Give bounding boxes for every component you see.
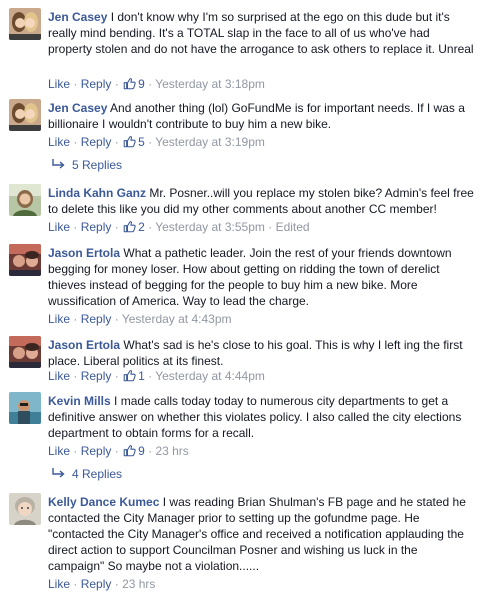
comment-body: Jen Casey And another thing (lol) GoFund…	[48, 100, 476, 132]
view-replies-link[interactable]: 4 Replies	[52, 466, 122, 482]
thumbs-up-icon[interactable]	[123, 135, 136, 148]
timestamp[interactable]: Yesterday at 4:43pm	[122, 312, 232, 326]
reply-link[interactable]: Reply	[81, 369, 112, 383]
comment-author[interactable]: Jason Ertola	[48, 338, 120, 352]
reply-link[interactable]: Reply	[81, 135, 112, 149]
like-count[interactable]: 2	[138, 220, 145, 234]
timestamp[interactable]: 23 hrs	[122, 577, 155, 591]
thumbs-up-icon[interactable]	[123, 369, 136, 382]
replies-count[interactable]: 5 Replies	[72, 158, 122, 172]
timestamp[interactable]: Yesterday at 3:55pm	[155, 220, 265, 234]
like-link[interactable]: Like	[48, 577, 70, 591]
like-link[interactable]: Like	[48, 312, 70, 326]
thumbs-up-icon[interactable]	[123, 77, 136, 90]
avatar[interactable]	[9, 8, 41, 40]
comment-body: Linda Kahn Ganz Mr. Posner..will you rep…	[48, 185, 476, 217]
view-replies-link[interactable]: 5 Replies	[52, 157, 122, 173]
comment-actions: Like · Reply · 9 · Yesterday at 3:18pm	[48, 77, 265, 91]
comment-text: I don't know why I'm so surprised at the…	[48, 10, 474, 56]
like-count[interactable]: 1	[138, 369, 145, 383]
like-count[interactable]: 9	[138, 77, 145, 91]
avatar[interactable]	[9, 336, 41, 368]
reply-link[interactable]: Reply	[81, 77, 112, 91]
comment-body: Kevin Mills I made calls today today to …	[48, 393, 476, 441]
reply-arrow-icon	[52, 468, 66, 479]
timestamp[interactable]: Yesterday at 4:44pm	[155, 369, 265, 383]
comment-author[interactable]: Jen Casey	[48, 101, 107, 115]
comment-actions: Like · Reply · 2 · Yesterday at 3:55pm ·…	[48, 220, 310, 234]
like-link[interactable]: Like	[48, 220, 70, 234]
reply-link[interactable]: Reply	[81, 312, 112, 326]
like-count[interactable]: 9	[138, 444, 145, 458]
replies-count[interactable]: 4 Replies	[72, 467, 122, 481]
avatar[interactable]	[9, 184, 41, 216]
reply-link[interactable]: Reply	[81, 577, 112, 591]
comment-author[interactable]: Kelly Dance Kumec	[48, 495, 159, 509]
reply-arrow-icon	[52, 159, 66, 170]
comment-author[interactable]: Linda Kahn Ganz	[48, 186, 146, 200]
reply-link[interactable]: Reply	[81, 220, 112, 234]
avatar[interactable]	[9, 244, 41, 276]
avatar[interactable]	[9, 99, 41, 131]
thumbs-up-icon[interactable]	[123, 444, 136, 457]
thumbs-up-icon[interactable]	[123, 220, 136, 233]
edited-label[interactable]: Edited	[276, 220, 310, 234]
comment-body: Jason Ertola What's sad is he's close to…	[48, 337, 476, 369]
avatar[interactable]	[9, 493, 41, 525]
comment-author[interactable]: Kevin Mills	[48, 394, 111, 408]
timestamp[interactable]: Yesterday at 3:18pm	[155, 77, 265, 91]
comment-author[interactable]: Jason Ertola	[48, 246, 120, 260]
like-link[interactable]: Like	[48, 135, 70, 149]
comment-actions: Like · Reply · 5 · Yesterday at 3:19pm	[48, 135, 265, 149]
comment-actions: Like · Reply · Yesterday at 4:43pm	[48, 312, 232, 326]
comment-body: Kelly Dance Kumec I was reading Brian Sh…	[48, 494, 476, 574]
comment-body: Jason Ertola What a pathetic leader. Joi…	[48, 245, 476, 309]
reply-link[interactable]: Reply	[81, 444, 112, 458]
like-count[interactable]: 5	[138, 135, 145, 149]
avatar[interactable]	[9, 392, 41, 424]
timestamp[interactable]: Yesterday at 3:19pm	[155, 135, 265, 149]
comment-actions: Like · Reply · 23 hrs	[48, 577, 156, 591]
timestamp[interactable]: 23 hrs	[155, 444, 188, 458]
comment-body: Jen Casey I don't know why I'm so surpri…	[48, 9, 476, 57]
like-link[interactable]: Like	[48, 77, 70, 91]
comment-text: And another thing (lol) GoFundMe is for …	[48, 101, 465, 131]
comment-actions: Like · Reply · 1 · Yesterday at 4:44pm	[48, 369, 265, 383]
like-link[interactable]: Like	[48, 369, 70, 383]
comment-author[interactable]: Jen Casey	[48, 10, 107, 24]
like-link[interactable]: Like	[48, 444, 70, 458]
comment-actions: Like · Reply · 9 · 23 hrs	[48, 444, 189, 458]
